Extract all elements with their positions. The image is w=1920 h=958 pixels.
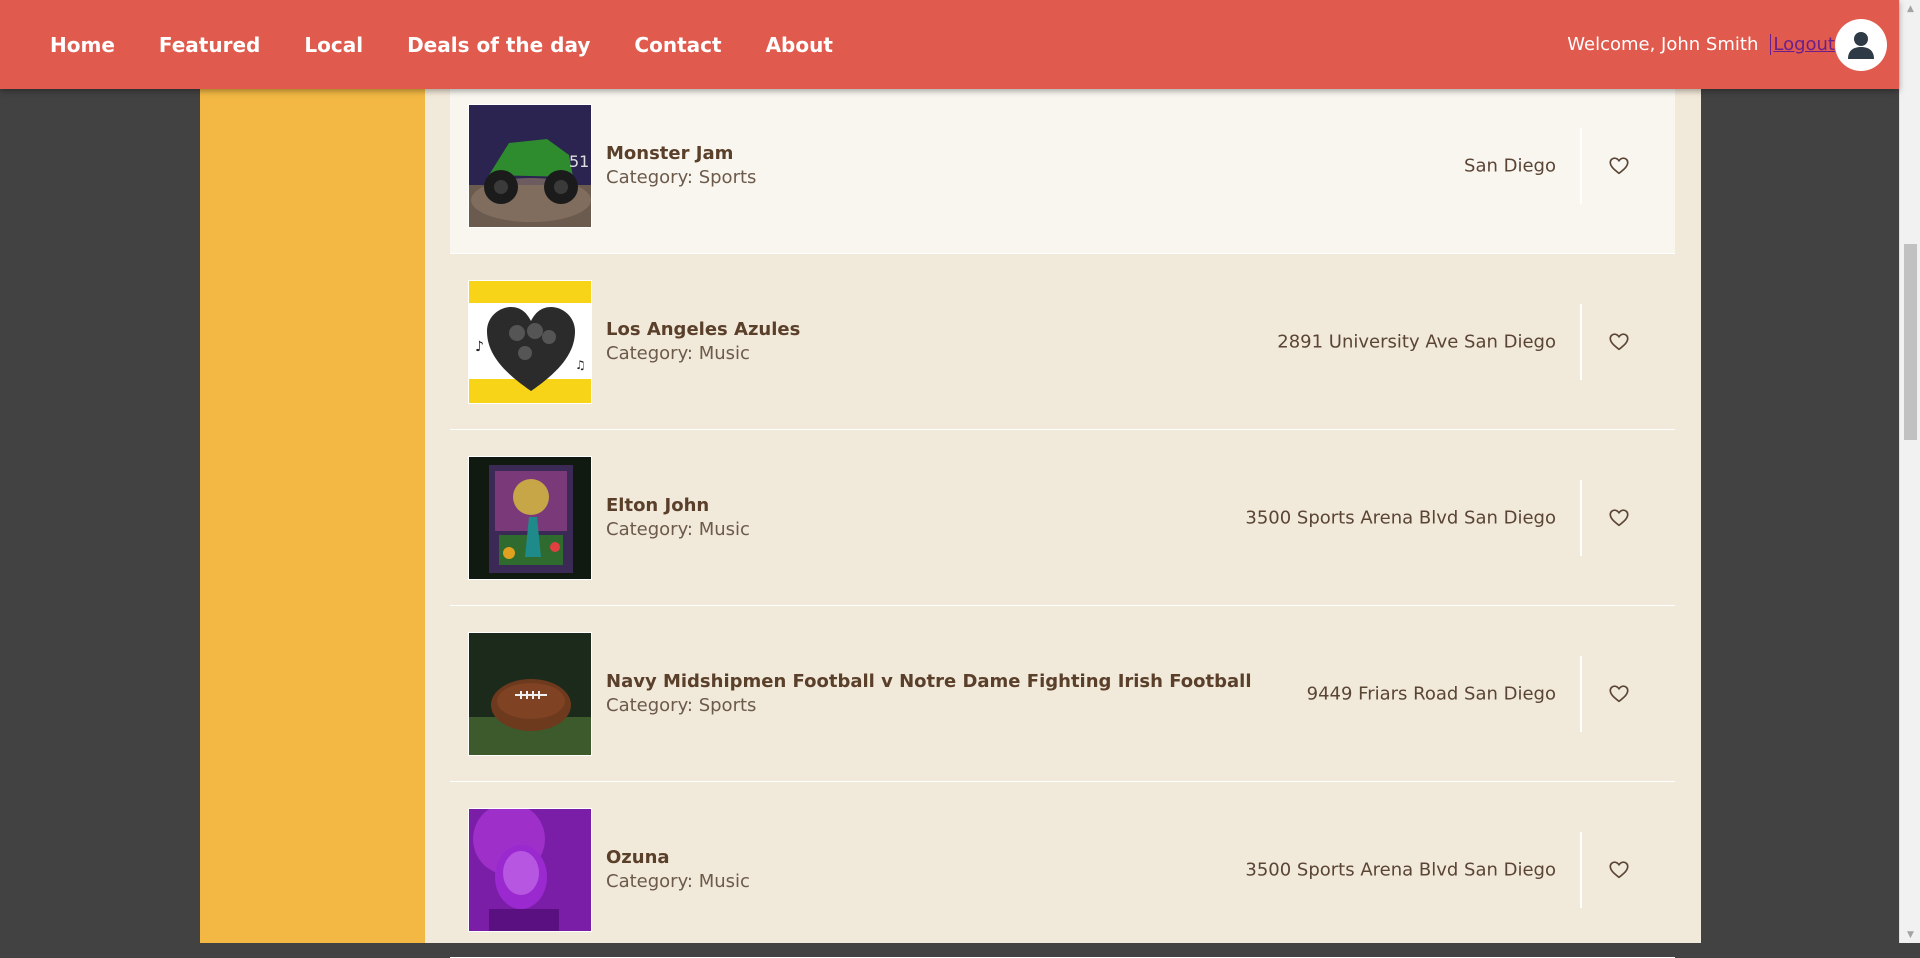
scrollbar-thumb[interactable] [1904,244,1917,440]
user-area: Welcome, John Smith Logout [1567,0,1887,89]
avatar[interactable] [1835,18,1887,71]
logout-link[interactable]: Logout [1770,34,1835,55]
event-image-navy-vs-notre-dame[interactable] [468,631,592,756]
event-title[interactable]: Monster Jam [606,142,756,166]
page-scrollbar[interactable]: ▲ ▼ [1899,0,1920,943]
scroll-up-arrow-icon[interactable]: ▲ [1900,0,1920,17]
heart-outline-icon[interactable] [1608,683,1630,705]
event-row-elton-john[interactable]: Elton John Category: Music 3500 Sports A… [450,430,1675,606]
event-location: 3500 Sports Arena Blvd San Diego [1245,859,1556,880]
event-info: Elton John Category: Music [606,494,750,542]
row-divider [1580,127,1582,204]
user-icon [1848,31,1874,59]
heart-outline-icon[interactable] [1608,155,1630,177]
sidebar [200,0,425,943]
main-nav: Home Featured Local Deals of the day Con… [28,0,855,89]
welcome-text: Welcome, John Smith [1567,34,1759,55]
event-image-los-angeles-azules[interactable]: ♪ ♫ [468,279,592,404]
event-info: Navy Midshipmen Football v Notre Dame Fi… [606,670,1252,718]
row-divider [1580,831,1582,908]
event-row-navy-vs-notre-dame[interactable]: Navy Midshipmen Football v Notre Dame Fi… [450,606,1675,782]
event-row-los-angeles-azules[interactable]: ♪ ♫ Los Angeles Azules Category: Music 2… [450,254,1675,430]
event-category: Category: Music [606,870,750,892]
event-title[interactable]: Ozuna [606,846,750,870]
event-title[interactable]: Navy Midshipmen Football v Notre Dame Fi… [606,670,1252,694]
event-category: Category: Music [606,518,750,540]
event-image-ozuna[interactable] [468,807,592,932]
event-row-monster-jam[interactable]: 51 Monster Jam Category: Sports San Dieg… [450,78,1675,254]
event-category: Category: Music [606,342,750,364]
heart-outline-icon[interactable] [1608,507,1630,529]
svg-text:♪: ♪ [475,339,484,355]
event-location: 2891 University Ave San Diego [1277,331,1556,352]
event-image-monster-jam[interactable]: 51 [468,103,592,228]
scroll-down-arrow-icon[interactable]: ▼ [1900,926,1920,943]
event-info: Ozuna Category: Music [606,846,750,894]
event-info: Los Angeles Azules Category: Music [606,318,800,366]
event-row-ozuna[interactable]: Ozuna Category: Music 3500 Sports Arena … [450,782,1675,958]
heart-outline-icon[interactable] [1608,859,1630,881]
nav-about[interactable]: About [744,33,855,57]
row-divider [1580,303,1582,380]
nav-featured[interactable]: Featured [137,33,282,57]
heart-outline-icon[interactable] [1608,331,1630,353]
event-category: Category: Sports [606,694,757,716]
event-list-panel: 51 Monster Jam Category: Sports San Dieg… [425,0,1701,958]
event-info: Monster Jam Category: Sports [606,142,756,190]
event-location: 9449 Friars Road San Diego [1306,683,1556,704]
svg-text:51: 51 [569,152,589,171]
nav-deals-of-the-day[interactable]: Deals of the day [385,33,612,57]
nav-home[interactable]: Home [28,33,137,57]
svg-text:♫: ♫ [575,358,586,372]
event-location: 3500 Sports Arena Blvd San Diego [1245,507,1556,528]
nav-local[interactable]: Local [282,33,385,57]
event-title[interactable]: Elton John [606,494,750,518]
event-title[interactable]: Los Angeles Azules [606,318,800,342]
event-location: San Diego [1464,155,1556,176]
row-divider [1580,655,1582,732]
row-divider [1580,479,1582,556]
event-list: 51 Monster Jam Category: Sports San Dieg… [450,78,1675,958]
event-image-elton-john[interactable] [468,455,592,580]
top-navbar: Home Featured Local Deals of the day Con… [0,0,1899,89]
nav-contact[interactable]: Contact [612,33,743,57]
event-category: Category: Sports [606,166,757,188]
